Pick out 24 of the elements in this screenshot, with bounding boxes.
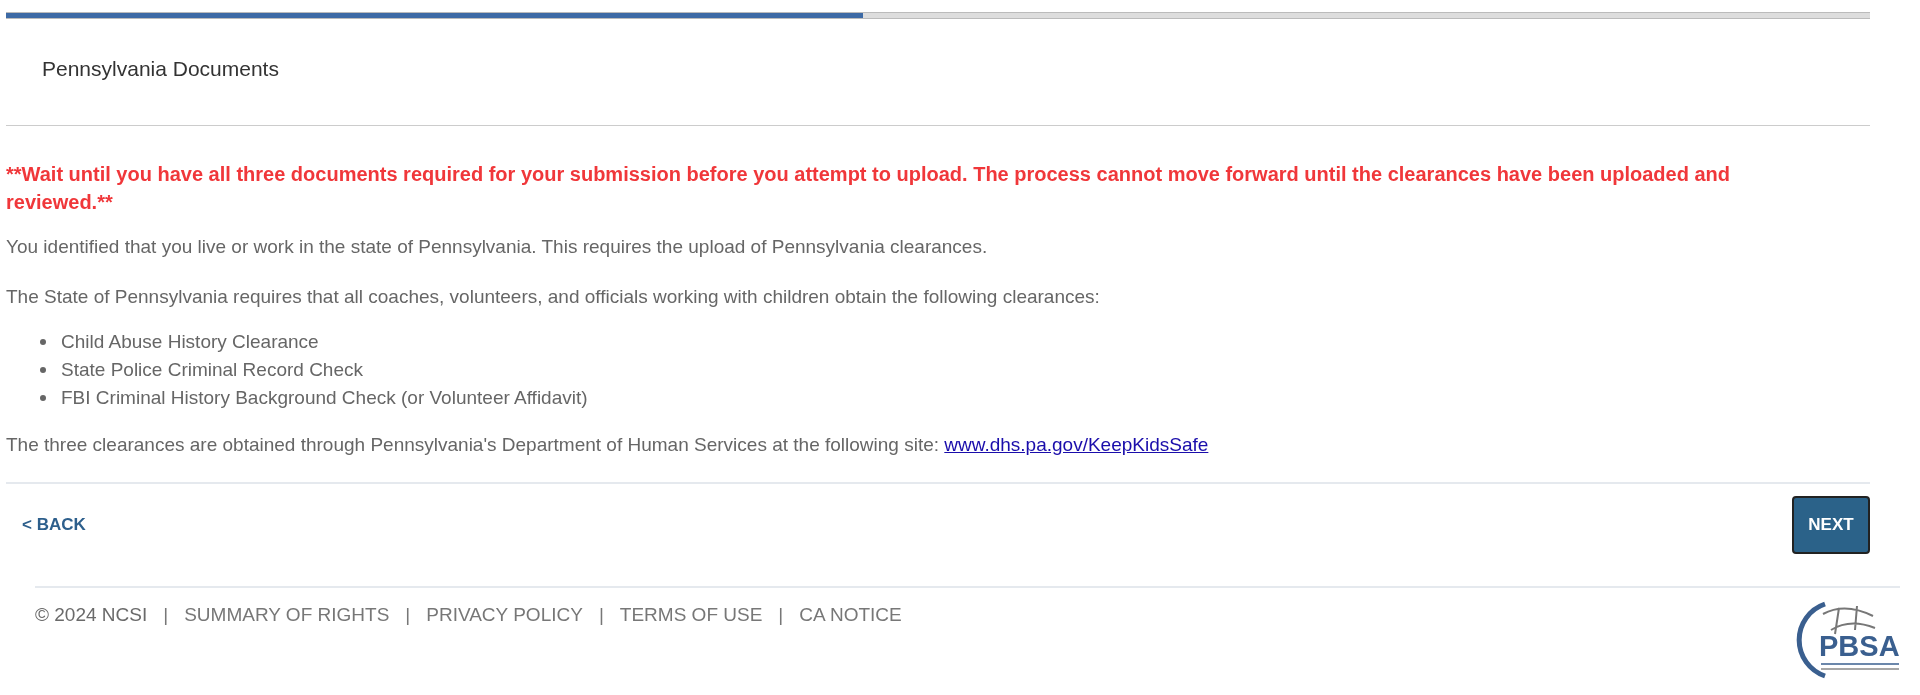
copyright-text: © 2024 NCSI xyxy=(35,604,148,626)
footer-link[interactable]: TERMS OF USE xyxy=(619,604,763,626)
footer-link[interactable]: PRIVACY POLICY xyxy=(426,604,583,626)
next-button[interactable]: NEXT xyxy=(1792,496,1870,554)
bullet-icon xyxy=(40,395,46,401)
warning-text: **Wait until you have all three documents required for your submission before you attempt to upload. The process cannot move forward until the clearances have been uploaded and reviewed.** xyxy=(6,162,1732,215)
page-title: Pennsylvania Documents xyxy=(42,57,280,81)
bullet-icon xyxy=(40,367,46,373)
logo-drawing: PBSA xyxy=(1795,600,1900,680)
list-item: FBI Criminal History Background Check (or Volunteer Affidavit) xyxy=(61,386,588,410)
body-text: The State of Pennsylvania requires that all coaches, volunteers, and officials working with children obtain the following clearances: xyxy=(6,285,1101,309)
separator: | xyxy=(778,604,784,626)
site-link[interactable]: www.dhs.pa.gov/KeepKidsSafe xyxy=(944,434,1209,455)
list-item: State Police Criminal Record Check xyxy=(61,358,363,382)
separator: | xyxy=(598,604,604,626)
body-text: The three clearances are obtained through Pennsylvania's Department of Human Services at the following site: www.dhs.pa.gov/KeepKidsSafe xyxy=(6,433,1210,457)
list-item: Child Abuse History Clearance xyxy=(61,330,319,354)
bullet-icon xyxy=(40,339,46,345)
back-button[interactable]: < BACK xyxy=(22,515,86,535)
separator: | xyxy=(163,604,169,626)
body-text: You identified that you live or work in the state of Pennsylvania. This requires the upload of Pennsylvania clearances. xyxy=(6,235,989,259)
separator: | xyxy=(405,604,411,626)
footer-link[interactable]: CA NOTICE xyxy=(799,604,902,626)
footer-link[interactable]: SUMMARY OF RIGHTS xyxy=(184,604,390,626)
